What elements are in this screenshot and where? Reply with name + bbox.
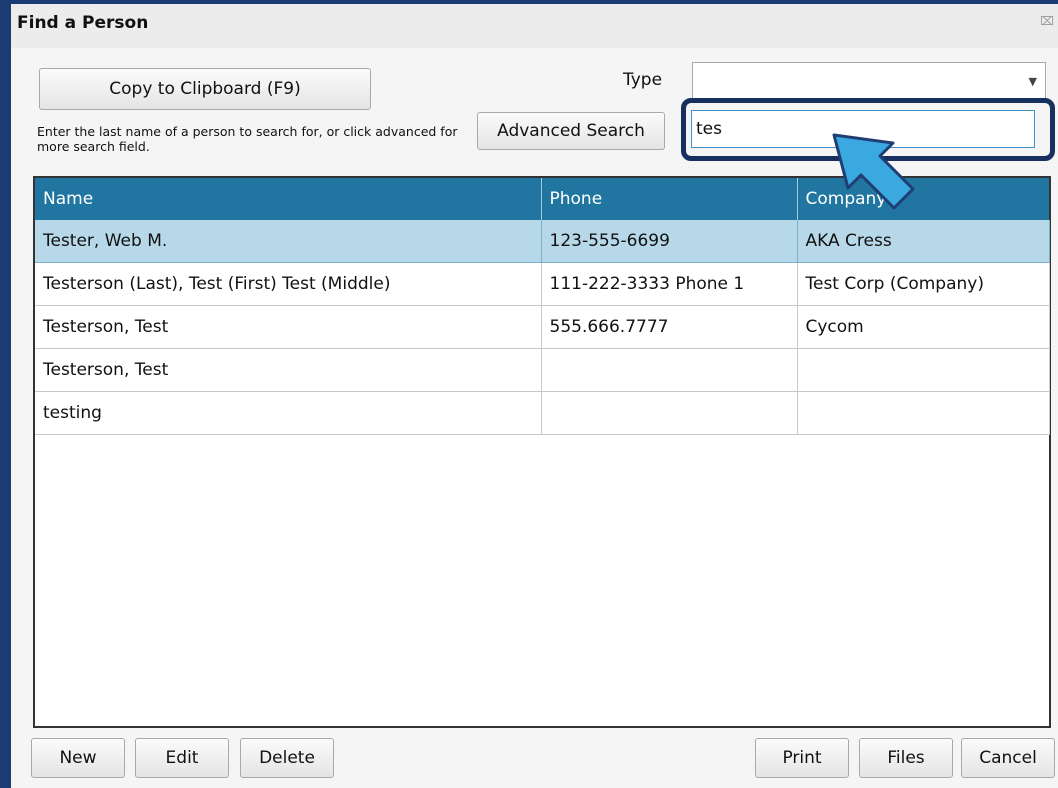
cell-phone [541, 348, 798, 392]
type-dropdown[interactable]: ▼ [692, 62, 1046, 100]
results-grid: Name Phone Company Tester, Web M. 123-55… [33, 176, 1051, 728]
cell-phone: 123-555-6699 [541, 220, 798, 263]
table-row[interactable]: Tester, Web M. 123-555-6699 AKA Cress [35, 220, 1050, 263]
cell-name: testing [35, 391, 542, 435]
title-bar: Find a Person ⌧ [11, 4, 1058, 48]
cell-company [797, 391, 1050, 435]
cell-company [797, 348, 1050, 392]
cell-name: Testerson (Last), Test (First) Test (Mid… [35, 262, 542, 306]
table-row[interactable]: testing [35, 391, 1050, 435]
cancel-button[interactable]: Cancel [961, 738, 1055, 778]
cell-phone [541, 391, 798, 435]
search-hint: Enter the last name of a person to searc… [37, 124, 458, 154]
column-header-name[interactable]: Name [35, 178, 542, 220]
type-label: Type [623, 70, 663, 90]
close-icon[interactable]: ⌧ [1040, 14, 1054, 28]
window-title: Find a Person [17, 13, 149, 33]
table-row[interactable]: Testerson (Last), Test (First) Test (Mid… [35, 262, 1050, 306]
cell-company: AKA Cress [797, 220, 1050, 263]
cell-phone: 555.666.7777 [541, 305, 798, 349]
cell-name: Testerson, Test [35, 305, 542, 349]
cell-phone: 111-222-3333 Phone 1 [541, 262, 798, 306]
print-button[interactable]: Print [755, 738, 849, 778]
copy-to-clipboard-button[interactable]: Copy to Clipboard (F9) [39, 68, 371, 110]
cell-company: Test Corp (Company) [797, 262, 1050, 306]
arrow-pointer-icon [832, 133, 915, 210]
cell-company: Cycom [797, 305, 1050, 349]
table-row[interactable]: Testerson, Test [35, 348, 1050, 392]
new-button[interactable]: New [31, 738, 125, 778]
column-header-phone[interactable]: Phone [541, 178, 798, 220]
files-button[interactable]: Files [859, 738, 953, 778]
find-person-window: Find a Person ⌧ Copy to Clipboard (F9) E… [11, 4, 1058, 788]
edit-button[interactable]: Edit [135, 738, 229, 778]
chevron-down-icon[interactable]: ▼ [1029, 75, 1037, 88]
cell-name: Testerson, Test [35, 348, 542, 392]
advanced-search-button[interactable]: Advanced Search [477, 112, 665, 150]
delete-button[interactable]: Delete [240, 738, 334, 778]
window-frame-left [0, 0, 11, 788]
table-row[interactable]: Testerson, Test 555.666.7777 Cycom [35, 305, 1050, 349]
cell-name: Tester, Web M. [35, 220, 542, 263]
